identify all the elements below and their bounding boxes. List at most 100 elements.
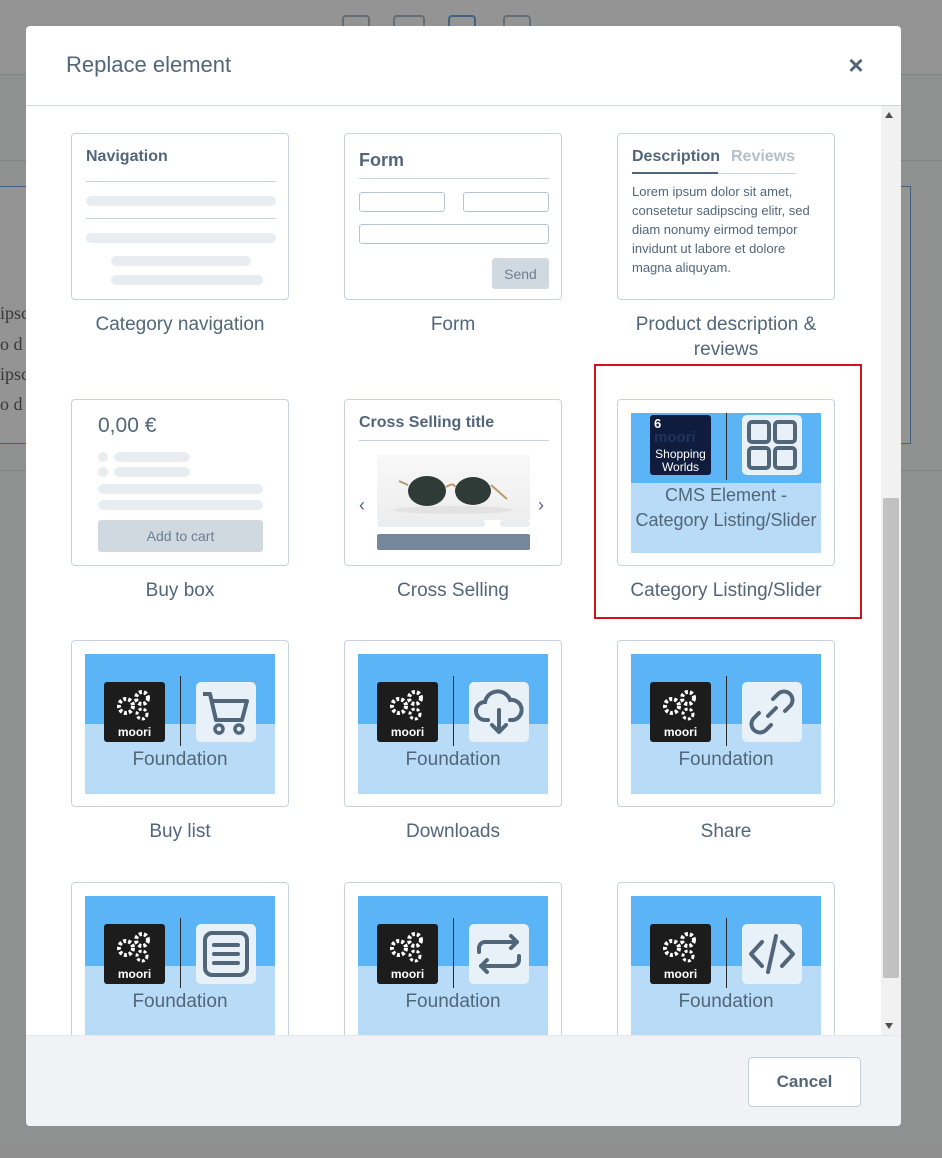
element-buy-box[interactable]: 0,00 € Add to cart Buy box <box>71 399 289 603</box>
moori-logo: moori <box>104 682 165 742</box>
preview-description-text: Lorem ipsum dolor sit amet, consetetur s… <box>632 184 810 275</box>
preview-title: Cross Selling title <box>359 414 495 431</box>
element-preview[interactable]: Cross Selling title ‹ › <box>344 399 562 566</box>
preview-line <box>86 218 276 219</box>
preview-placeholder <box>98 500 263 510</box>
tile-divider <box>453 676 454 746</box>
preview-placeholder <box>86 196 276 206</box>
preview-send-button: Send <box>492 258 549 289</box>
tile-text: Foundation <box>678 991 774 1012</box>
tile-divider <box>180 676 181 746</box>
preview-field <box>463 192 549 212</box>
preview-placeholder <box>98 467 108 477</box>
moori-logo: moori <box>377 682 438 742</box>
chevron-left-icon: ‹ <box>359 495 365 515</box>
preview-line <box>86 181 276 182</box>
element-label: Downloads <box>406 821 500 842</box>
element-preview[interactable]: Form Send <box>344 133 562 300</box>
element-downloads[interactable]: moori Foundation Downloads <box>344 640 562 844</box>
preview-title: Navigation <box>86 148 168 165</box>
tile-text: Foundation <box>405 749 501 770</box>
tile-divider <box>726 918 727 988</box>
element-label: Cross Selling <box>397 580 509 601</box>
preview-tab-description: Description <box>632 148 721 165</box>
element-cross-selling[interactable]: Cross Selling title ‹ › Cross Selling <box>344 399 562 603</box>
moori-logo: moori <box>650 682 711 742</box>
preview-placeholder <box>500 520 530 527</box>
logo-text: moori <box>390 725 425 739</box>
element-preview[interactable]: moori Foundation <box>617 640 835 807</box>
preview-line <box>359 440 549 441</box>
chevron-right-icon: › <box>538 495 544 515</box>
preview-placeholder <box>98 452 108 462</box>
element-label: Share <box>700 821 752 842</box>
preview-tab-reviews: Reviews <box>731 148 796 165</box>
preview-placeholder <box>98 484 263 494</box>
tile-text: Foundation <box>132 991 228 1012</box>
preview-placeholder <box>114 467 190 477</box>
modal-header: Replace element × <box>26 26 901 106</box>
preview-add-to-cart-button: Add to cart <box>98 520 263 552</box>
plugin-tile: moori Foundation <box>358 654 548 794</box>
element-product-description-reviews[interactable]: Description Reviews Lorem ipsum dolor si… <box>617 133 835 362</box>
cancel-button[interactable]: Cancel <box>748 1057 861 1107</box>
element-buy-list[interactable]: moori Foundation Buy list <box>71 640 289 844</box>
element-label: Form <box>430 314 476 335</box>
modal-footer: Cancel <box>26 1035 901 1126</box>
tile-text: Foundation <box>132 749 228 770</box>
element-preview[interactable]: moori Foundation <box>344 640 562 807</box>
element-preview[interactable]: moori Foundation <box>71 882 289 1035</box>
plugin-tile: moori Foundation <box>631 654 821 794</box>
scroll-down-arrow-icon[interactable] <box>885 1023 893 1029</box>
element-preview[interactable]: Navigation <box>71 133 289 300</box>
plugin-tile: moori Foundation <box>358 896 548 1035</box>
element-preview[interactable]: moori Foundation <box>71 640 289 807</box>
tile-divider <box>453 918 454 988</box>
moori-logo: moori <box>650 924 711 984</box>
selection-highlight <box>594 364 862 619</box>
element-foundation-code[interactable]: moori Foundation <box>617 882 835 1035</box>
moori-logo: moori <box>377 924 438 984</box>
logo-text: moori <box>390 967 425 981</box>
scrollbar-thumb[interactable] <box>883 498 899 978</box>
tile-divider <box>180 918 181 988</box>
preview-tab-underline <box>632 172 718 174</box>
element-foundation-list[interactable]: moori Foundation <box>71 882 289 1035</box>
element-preview[interactable]: Description Reviews Lorem ipsum dolor si… <box>617 133 835 300</box>
document-list-icon <box>196 924 256 984</box>
preview-price: 0,00 € <box>98 414 157 437</box>
repeat-icon <box>469 924 529 984</box>
preview-placeholder <box>377 520 485 527</box>
element-share[interactable]: moori Foundation Share <box>617 640 835 844</box>
preview-button-bar <box>377 534 530 550</box>
modal-scrollbar[interactable] <box>881 106 901 1035</box>
element-foundation-repeat[interactable]: moori Foundation <box>344 882 562 1035</box>
preview-title: Form <box>359 150 404 170</box>
preview-field <box>359 192 445 212</box>
preview-placeholder <box>114 452 190 462</box>
cart-icon <box>196 682 256 742</box>
preview-line <box>718 173 796 174</box>
preview-placeholder <box>111 256 251 266</box>
close-icon[interactable]: × <box>841 50 871 80</box>
element-form[interactable]: Form Send Form <box>344 133 562 337</box>
tile-text: Foundation <box>678 749 774 770</box>
logo-text: moori <box>663 725 698 739</box>
logo-text: moori <box>117 967 152 981</box>
modal-title: Replace element <box>66 52 232 77</box>
element-label: Buy list <box>149 821 211 842</box>
tile-text: Foundation <box>405 991 501 1012</box>
sunglasses-image <box>377 455 530 520</box>
element-category-navigation[interactable]: Navigation Category navigation <box>71 133 289 337</box>
plugin-tile: moori Foundation <box>631 896 821 1035</box>
preview-line <box>359 178 549 179</box>
element-label: Buy box <box>145 580 215 601</box>
preview-placeholder <box>86 233 276 243</box>
preview-placeholder <box>111 275 263 285</box>
preview-field <box>359 224 549 244</box>
element-preview[interactable]: moori Foundation <box>344 882 562 1035</box>
element-preview[interactable]: 0,00 € Add to cart <box>71 399 289 566</box>
scroll-up-arrow-icon[interactable] <box>885 112 893 118</box>
element-label: Product description & reviews <box>635 314 817 360</box>
element-preview[interactable]: moori Foundation <box>617 882 835 1035</box>
